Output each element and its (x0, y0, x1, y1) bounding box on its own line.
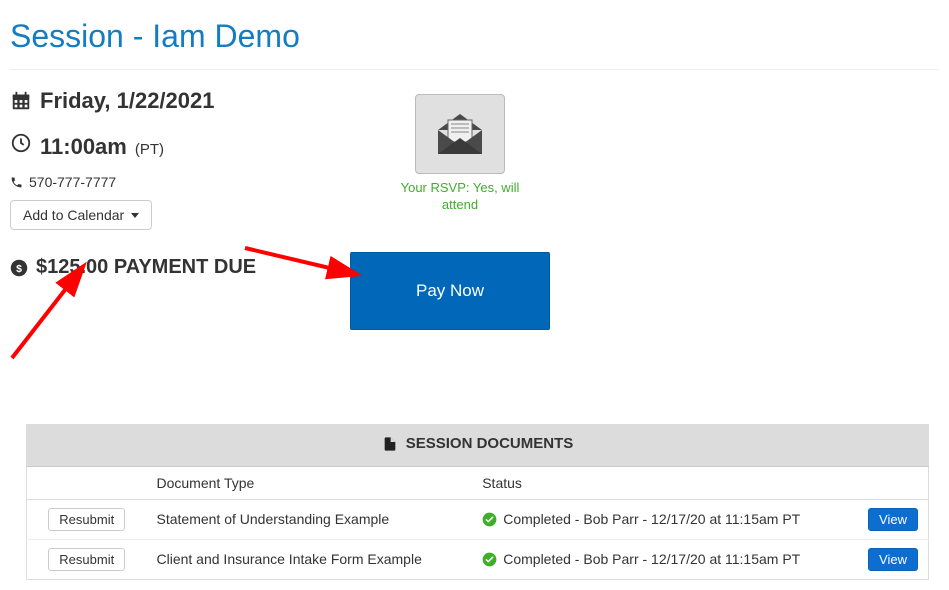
date-text: Friday, 1/22/2021 (40, 88, 215, 114)
rsvp-status-text: Your RSVP: Yes, will attend (390, 180, 530, 214)
phone-icon (10, 176, 23, 189)
documents-header: SESSION DOCUMENTS (27, 425, 929, 467)
doc-type-cell: Statement of Understanding Example (147, 499, 473, 539)
documents-icon (382, 436, 398, 452)
time-text: 11:00am (40, 134, 127, 160)
clock-icon (10, 132, 32, 154)
divider (10, 69, 939, 70)
phone-text: 570-777-7777 (29, 174, 116, 190)
pay-now-button[interactable]: Pay Now (350, 252, 550, 330)
col-blank (27, 466, 147, 499)
resubmit-button[interactable]: Resubmit (48, 508, 125, 531)
rsvp-block: Your RSVP: Yes, will attend (390, 94, 530, 214)
timezone-text: (PT) (135, 141, 164, 158)
svg-text:$: $ (16, 262, 22, 274)
page-title: Session - Iam Demo (10, 18, 939, 55)
status-text: Completed - Bob Parr - 12/17/20 at 11:15… (503, 551, 800, 567)
payment-due-text: $125.00 PAYMENT DUE (36, 256, 256, 279)
col-status: Status (472, 466, 858, 499)
status-cell: Completed - Bob Parr - 12/17/20 at 11:15… (472, 539, 858, 579)
session-time: 11:00am (PT) (10, 132, 340, 160)
pay-now-label: Pay Now (416, 281, 484, 301)
session-phone: 570-777-7777 (10, 174, 340, 190)
view-button[interactable]: View (868, 508, 918, 531)
session-documents-table: SESSION DOCUMENTS Document Type Status R… (26, 424, 929, 580)
chevron-down-icon (131, 213, 139, 218)
doc-type-cell: Client and Insurance Intake Form Example (147, 539, 473, 579)
documents-header-text: SESSION DOCUMENTS (406, 435, 574, 452)
col-doc-type: Document Type (147, 466, 473, 499)
status-cell: Completed - Bob Parr - 12/17/20 at 11:15… (472, 499, 858, 539)
table-row: Resubmit Statement of Understanding Examp… (27, 499, 929, 539)
status-text: Completed - Bob Parr - 12/17/20 at 11:15… (503, 511, 800, 527)
col-blank-2 (858, 466, 928, 499)
check-circle-icon (482, 512, 497, 527)
calendar-icon (10, 90, 32, 112)
session-date: Friday, 1/22/2021 (10, 88, 340, 114)
check-circle-icon (482, 552, 497, 567)
payment-icon: $ (10, 259, 28, 277)
add-to-calendar-label: Add to Calendar (23, 207, 124, 223)
resubmit-button[interactable]: Resubmit (48, 548, 125, 571)
table-row: Resubmit Client and Insurance Intake Form… (27, 539, 929, 579)
session-summary: Friday, 1/22/2021 11:00am (PT) 570-777-7… (10, 88, 939, 388)
view-button[interactable]: View (868, 548, 918, 571)
envelope-icon (415, 94, 505, 174)
add-to-calendar-button[interactable]: Add to Calendar (10, 200, 152, 230)
payment-due: $ $125.00 PAYMENT DUE (10, 256, 340, 279)
